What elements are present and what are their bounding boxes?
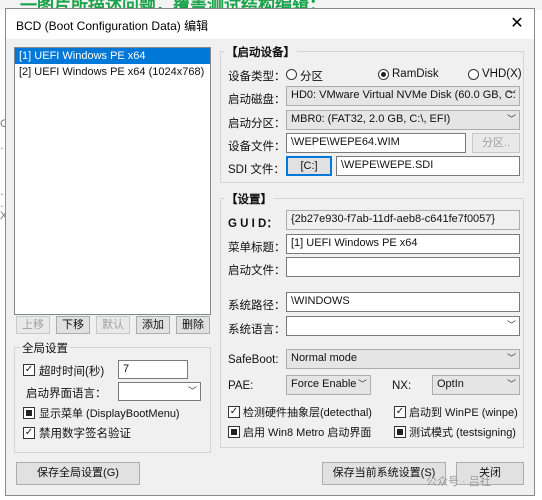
metro-label: 启用 Win8 Metro 启动界面	[243, 427, 372, 439]
chevron-down-icon: ﹀	[506, 114, 516, 124]
timeout-label: 超时时间(秒)	[39, 366, 105, 378]
testsigning-label: 测试模式 (testsigning)	[409, 427, 516, 439]
detecthal-label: 检测硬件抽象层(detecthal)	[243, 407, 372, 419]
disable-signature-checkbox[interactable]: ✓	[23, 427, 35, 439]
boot-disk-label: 启动磁盘：	[228, 94, 286, 106]
menu-title-input[interactable]: [1] UEFI Windows PE x64	[286, 234, 520, 254]
bcd-edit-dialog: BCD (Boot Configuration Data) 编辑 ✕ [1] U…	[5, 8, 535, 496]
show-menu-label: 显示菜单 (DisplayBootMenu)	[39, 408, 180, 420]
global-settings-title: 全局设置	[20, 340, 70, 356]
close-icon[interactable]: ✕	[506, 13, 528, 35]
chevron-down-icon: ﹀	[506, 320, 516, 330]
device-type-vhd-radio[interactable]	[468, 69, 479, 80]
watermark: 公众号 · 吕社	[426, 476, 491, 488]
boot-partition-select[interactable]: MBR0: (FAT32, 2.0 GB, C:\, EFI) ﹀	[286, 110, 520, 130]
detecthal-checkbox[interactable]: ✓	[228, 406, 240, 418]
menu-title-label: 菜单标题：	[228, 242, 286, 254]
system-path-input[interactable]: \WINDOWS	[286, 292, 520, 312]
boot-ui-language-label: 启动界面语言：	[26, 388, 107, 400]
pae-label: PAE:	[228, 380, 254, 392]
move-up-button[interactable]: 上移	[16, 316, 50, 334]
settings-title: 【设置】	[224, 191, 274, 207]
device-type-vhd-label: VHD(X)	[482, 68, 522, 80]
device-type-partition-radio[interactable]	[286, 69, 297, 80]
chevron-down-icon: ﹀	[506, 379, 516, 389]
winpe-label: 启动到 WinPE (winpe)	[409, 407, 518, 419]
boot-file-input[interactable]	[286, 257, 520, 277]
system-language-label: 系统语言：	[228, 324, 286, 336]
device-type-label: 设备类型：	[228, 71, 286, 83]
move-down-button[interactable]: 下移	[56, 316, 90, 334]
boot-ui-language-select[interactable]: ﹀	[118, 382, 201, 401]
metro-checkbox[interactable]	[228, 426, 240, 438]
disable-signature-label: 禁用数字签名验证	[39, 428, 131, 440]
system-path-label: 系统路径：	[228, 300, 286, 312]
list-item-label: [2] UEFI Windows PE x64 (1024x768)	[19, 66, 205, 78]
chevron-down-icon: ﹀	[506, 90, 516, 100]
show-menu-checkbox[interactable]	[23, 407, 35, 419]
guid-field: {2b27e930-f7ab-11df-aeb8-c641fe7f0057}	[286, 210, 520, 230]
sdi-file-input[interactable]: \WEPE\WEPE.SDI	[336, 156, 520, 176]
boot-file-label: 启动文件：	[228, 265, 286, 277]
chevron-down-icon: ﹀	[187, 386, 197, 396]
testsigning-checkbox[interactable]	[394, 426, 406, 438]
boot-partition-label: 启动分区：	[228, 118, 286, 130]
safeboot-label: SafeBoot:	[228, 354, 279, 366]
nx-label: NX:	[392, 380, 412, 392]
safeboot-select[interactable]: Normal mode ﹀	[286, 349, 520, 369]
nx-select[interactable]: OptIn ﹀	[432, 375, 520, 395]
list-item-label: [1] UEFI Windows PE x64	[19, 50, 146, 62]
add-entry-button[interactable]: 添加	[136, 316, 170, 334]
device-type-ramdisk-label: RamDisk	[392, 68, 439, 80]
device-file-input[interactable]: \WEPE\WEPE64.WIM	[286, 133, 466, 153]
guid-label: G U I D：	[228, 218, 278, 230]
timeout-checkbox[interactable]: ✓	[23, 364, 35, 376]
sdi-drive-button[interactable]: [C:]	[286, 156, 332, 176]
chevron-down-icon: ﹀	[506, 353, 516, 363]
boot-device-title: 【启动设备】	[224, 44, 297, 60]
title-bar: BCD (Boot Configuration Data) 编辑 ✕	[6, 9, 534, 39]
boot-entry-list[interactable]: [1] UEFI Windows PE x64 [2] UEFI Windows…	[14, 47, 211, 315]
pae-select[interactable]: Force Enable ﹀	[286, 375, 371, 395]
device-type-partition-label: 分区	[300, 71, 323, 83]
partition-browse-button[interactable]: 分区..	[472, 133, 520, 153]
chevron-down-icon: ﹀	[357, 379, 367, 389]
list-item[interactable]: [1] UEFI Windows PE x64	[15, 48, 210, 64]
boot-disk-select[interactable]: HD0: VMware Virtual NVMe Disk (60.0 GB, …	[286, 86, 520, 106]
timeout-input[interactable]: 7	[118, 360, 188, 379]
save-global-button[interactable]: 保存全局设置(G)	[16, 462, 140, 485]
device-file-label: 设备文件：	[228, 141, 286, 153]
delete-entry-button[interactable]: 删除	[176, 316, 210, 334]
sdi-file-label: SDI 文件：	[228, 164, 285, 176]
device-type-ramdisk-radio[interactable]	[378, 69, 389, 80]
system-language-select[interactable]: ﹀	[286, 316, 520, 336]
winpe-checkbox[interactable]: ✓	[394, 406, 406, 418]
window-title: BCD (Boot Configuration Data) 编辑	[16, 19, 209, 33]
list-item[interactable]: [2] UEFI Windows PE x64 (1024x768)	[15, 64, 210, 80]
set-default-button[interactable]: 默认	[96, 316, 130, 334]
